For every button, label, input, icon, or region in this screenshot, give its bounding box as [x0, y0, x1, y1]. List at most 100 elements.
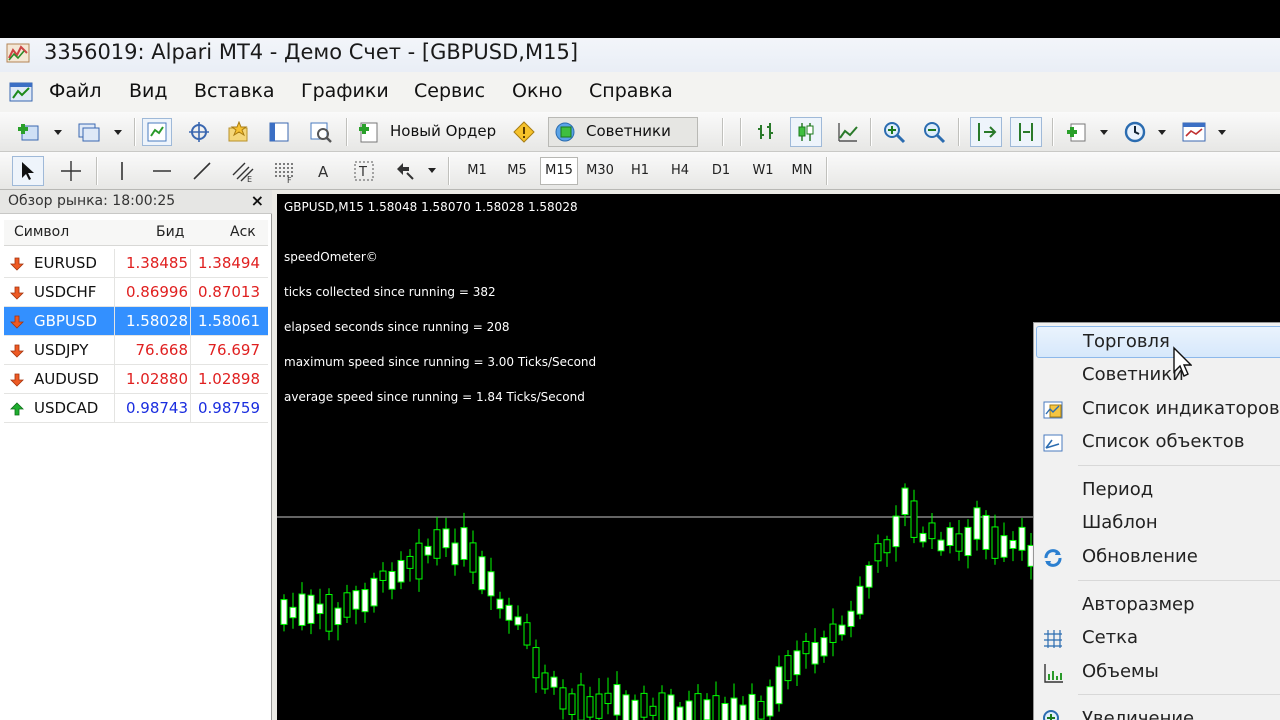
- arrows-dropdown-icon[interactable]: [428, 168, 436, 173]
- context-item-grid[interactable]: Сетка: [1034, 622, 1280, 654]
- timeframe-w1[interactable]: W1: [745, 163, 781, 178]
- column-ask[interactable]: Аск: [230, 224, 256, 240]
- candle-body: [730, 697, 738, 720]
- trendline-icon: [193, 162, 211, 180]
- timeframe-h1[interactable]: H1: [622, 163, 658, 178]
- indicators-button[interactable]: [1062, 118, 1092, 146]
- menu-window[interactable]: Окно: [512, 80, 562, 102]
- terminal-button[interactable]: [264, 118, 294, 146]
- candle-body: [703, 699, 711, 720]
- bar-chart-button[interactable]: [752, 118, 780, 146]
- column-symbol[interactable]: Символ: [14, 224, 69, 240]
- periods-button[interactable]: [1120, 118, 1150, 146]
- fibonacci-button[interactable]: F: [270, 157, 300, 185]
- crosshair-tool-button[interactable]: [56, 157, 86, 185]
- profiles-button[interactable]: [74, 119, 104, 145]
- menu-view[interactable]: Вид: [129, 80, 168, 102]
- templates-button[interactable]: [1178, 118, 1210, 146]
- auto-scroll-button[interactable]: [970, 117, 1002, 147]
- menu-tools[interactable]: Сервис: [414, 80, 485, 102]
- candle-body: [325, 594, 333, 632]
- market-watch-column-header: Символ Бид Аск: [4, 220, 268, 246]
- equidistant-channel-button[interactable]: E: [228, 157, 258, 185]
- context-item-experts[interactable]: Советники: [1034, 359, 1280, 391]
- new-order-icon-button[interactable]: [356, 119, 382, 145]
- new-chart-button[interactable]: [14, 119, 44, 145]
- zoom-out-button[interactable]: [920, 118, 948, 146]
- new-order-button[interactable]: Новый Ордер: [390, 122, 496, 140]
- svg-text:A: A: [318, 163, 329, 181]
- market-watch-row[interactable]: AUDUSD 1.02880 1.02898: [4, 365, 268, 394]
- indicators-dropdown-icon[interactable]: [1100, 130, 1108, 135]
- timeframe-m5[interactable]: M5: [499, 163, 535, 178]
- timeframe-mn[interactable]: MN: [784, 163, 820, 178]
- periods-dropdown-icon[interactable]: [1158, 130, 1166, 135]
- toolbar-separator: [870, 118, 872, 146]
- market-watch-row[interactable]: GBPUSD 1.58028 1.58061: [4, 307, 268, 336]
- cell-divider: [114, 278, 115, 307]
- context-item-label: Торговля: [1083, 331, 1170, 352]
- new-chart-dropdown-icon[interactable]: [54, 130, 62, 135]
- text-button[interactable]: A: [310, 157, 338, 185]
- context-item-zoom-in[interactable]: Увеличение: [1034, 703, 1280, 720]
- context-item-volumes[interactable]: Объемы: [1034, 656, 1280, 688]
- context-item-autoscale[interactable]: Авторазмер: [1034, 589, 1280, 621]
- context-item-period[interactable]: Период: [1034, 474, 1280, 506]
- candle-body: [847, 610, 855, 627]
- context-item-indicator-list[interactable]: Список индикаторов: [1034, 393, 1280, 425]
- market-watch-row[interactable]: USDJPY 76.668 76.697: [4, 336, 268, 365]
- timeframe-m30[interactable]: M30: [582, 163, 618, 178]
- market-watch-toggle[interactable]: [142, 118, 172, 146]
- menu-charts[interactable]: Графики: [301, 80, 389, 102]
- candle-body: [811, 642, 819, 665]
- market-watch-row[interactable]: USDCAD 0.98743 0.98759: [4, 394, 268, 423]
- profiles-dropdown-icon[interactable]: [114, 130, 122, 135]
- candle-body: [550, 676, 558, 688]
- context-item-objects-list[interactable]: Список объектов: [1034, 426, 1280, 458]
- data-window-button[interactable]: [184, 118, 214, 146]
- arrows-button[interactable]: [390, 157, 420, 185]
- context-item-label: Объемы: [1082, 661, 1159, 682]
- timeframe-m15[interactable]: M15: [540, 157, 578, 185]
- market-watch-row[interactable]: USDCHF 0.86996 0.87013: [4, 278, 268, 307]
- timeframe-m1[interactable]: M1: [459, 163, 495, 178]
- timeframe-h4[interactable]: H4: [662, 163, 698, 178]
- navigator-button[interactable]: [224, 118, 254, 146]
- market-watch-row[interactable]: EURUSD 1.38485 1.38494: [4, 249, 268, 278]
- arrow-cursor-icon: [22, 162, 34, 180]
- candle-body: [856, 585, 864, 615]
- bid-cell: 1.02880: [125, 370, 188, 388]
- context-item-trading[interactable]: Торговля: [1036, 326, 1280, 358]
- context-item-refresh[interactable]: Обновление: [1034, 541, 1280, 573]
- chart-shift-icon: [1019, 123, 1033, 141]
- app-logo-icon: [6, 43, 30, 63]
- candle-body: [1018, 526, 1026, 551]
- chart-window-icon[interactable]: [8, 80, 36, 106]
- candle-body: [766, 686, 774, 717]
- menu-help[interactable]: Справка: [589, 80, 673, 102]
- horizontal-line-button[interactable]: [148, 157, 176, 185]
- trendline-button[interactable]: [188, 157, 216, 185]
- vertical-line-icon: [121, 162, 123, 180]
- chart-header: GBPUSD,M15 1.58048 1.58070 1.58028 1.580…: [284, 200, 578, 214]
- menu-insert[interactable]: Вставка: [194, 80, 275, 102]
- strategy-tester-button[interactable]: [306, 118, 336, 146]
- chart-shift-button[interactable]: [1010, 117, 1042, 147]
- zoom-in-button[interactable]: [880, 118, 908, 146]
- arrows-icon: [397, 163, 414, 180]
- context-item-template[interactable]: Шаблон: [1034, 507, 1280, 539]
- text-label-button[interactable]: T: [350, 157, 378, 185]
- column-bid[interactable]: Бид: [156, 224, 184, 240]
- timeframe-d1[interactable]: D1: [703, 163, 739, 178]
- vertical-line-button[interactable]: [108, 157, 136, 185]
- cursor-tool-button[interactable]: [12, 156, 44, 186]
- candlestick-button[interactable]: [790, 117, 822, 147]
- meta-editor-button[interactable]: [510, 119, 538, 145]
- candle-body: [604, 692, 612, 705]
- context-item-label: Список объектов: [1082, 431, 1245, 452]
- candle-body: [1009, 539, 1017, 549]
- menu-file[interactable]: Файл: [49, 80, 102, 102]
- market-watch-close-icon[interactable]: ×: [251, 191, 264, 210]
- templates-dropdown-icon[interactable]: [1218, 130, 1226, 135]
- line-chart-button[interactable]: [834, 118, 862, 146]
